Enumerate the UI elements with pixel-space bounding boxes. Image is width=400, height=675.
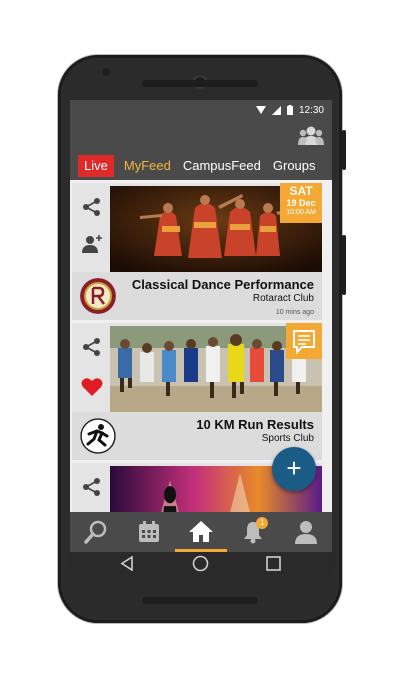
feed-card-dance[interactable]: SAT 19 Dec 10:00 AM Classical Dance Perf… (72, 183, 322, 320)
add-person-icon[interactable] (81, 233, 103, 255)
nav-search[interactable] (70, 512, 122, 552)
back-icon[interactable] (120, 556, 134, 571)
nav-home[interactable] (174, 512, 228, 552)
bottom-nav: 1 (70, 512, 332, 552)
event-club[interactable]: Sports Club (262, 433, 314, 444)
wifi-icon (255, 106, 266, 114)
calendar-icon (138, 521, 159, 542)
comment-icon (293, 330, 315, 355)
add-post-button[interactable]: + (272, 447, 316, 491)
share-icon[interactable] (82, 477, 102, 497)
earpiece-speaker (142, 80, 258, 87)
rotaract-logo (80, 278, 116, 314)
volume-button[interactable] (342, 235, 346, 295)
home-circle-icon[interactable] (192, 555, 209, 572)
home-icon (189, 520, 214, 542)
event-title[interactable]: Classical Dance Performance (132, 277, 314, 292)
event-title[interactable]: 10 KM Run Results (196, 417, 314, 432)
event-time: 10:00 AM (286, 209, 316, 216)
tab-campusfeed[interactable]: CampusFeed (177, 155, 267, 177)
notification-count-badge: 1 (256, 517, 269, 529)
system-nav-bar (70, 552, 332, 575)
comment-badge[interactable] (286, 323, 322, 359)
app-header (70, 120, 332, 152)
feed-tabs: Live MyFeed CampusFeed Groups (70, 152, 332, 180)
share-icon[interactable] (82, 337, 102, 357)
event-club[interactable]: Rotaract Club (253, 293, 314, 304)
power-button[interactable] (342, 130, 346, 170)
card-actions (72, 183, 110, 271)
signal-icon (271, 105, 281, 115)
heart-icon[interactable] (81, 377, 103, 397)
battery-icon (286, 105, 293, 115)
app-screen: 12:30 Live MyFeed CampusFeed Groups SAT … (70, 100, 332, 575)
sports-club-logo (80, 418, 116, 454)
tab-groups[interactable]: Groups (267, 155, 322, 177)
card-actions (72, 323, 110, 411)
event-day: SAT (289, 184, 313, 198)
feed-card-run[interactable]: 10 KM Run Results Sports Club (72, 323, 322, 460)
search-icon (84, 520, 107, 544)
groups-icon[interactable] (298, 125, 324, 147)
card-info: Classical Dance Performance Rotaract Clu… (72, 272, 322, 320)
nav-calendar[interactable] (122, 512, 174, 552)
recents-icon[interactable] (266, 556, 281, 571)
tab-live[interactable]: Live (78, 155, 114, 177)
tab-myfeed[interactable]: MyFeed (118, 155, 177, 177)
clock: 12:30 (298, 104, 324, 116)
card-actions (72, 463, 110, 512)
event-date: 19 Dec (286, 198, 316, 208)
bottom-speaker (142, 597, 258, 604)
profile-icon (294, 521, 317, 544)
event-time-ago: 10 mins ago (275, 309, 314, 316)
nav-notifications[interactable]: 1 (227, 512, 279, 552)
nav-profile[interactable] (280, 512, 332, 552)
front-sensor (102, 68, 110, 76)
event-date-badge: SAT 19 Dec 10:00 AM (280, 183, 322, 223)
status-bar: 12:30 (70, 100, 332, 120)
share-icon[interactable] (82, 197, 102, 217)
